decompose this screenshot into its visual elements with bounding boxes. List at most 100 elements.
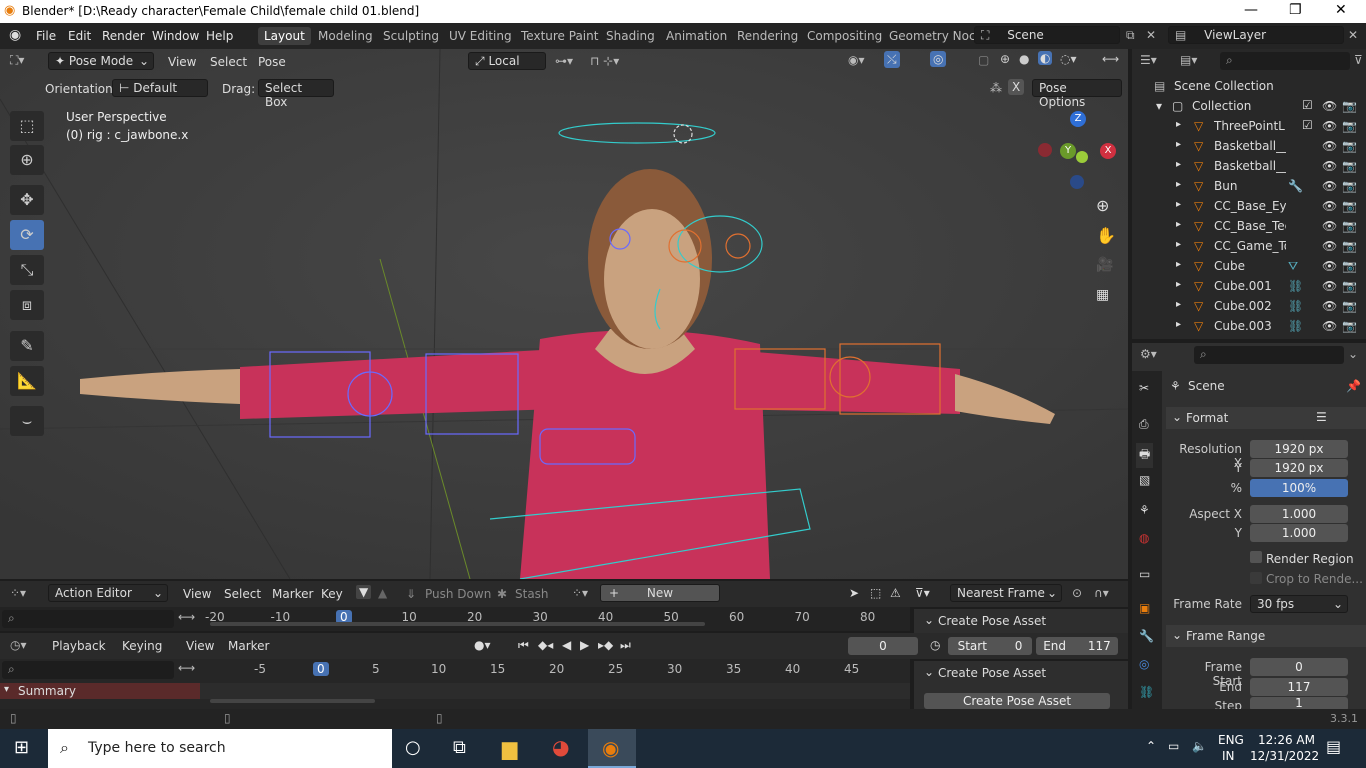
- prev-key-icon[interactable]: ◆◂: [538, 638, 553, 652]
- layer-up-icon[interactable]: ▲: [378, 586, 387, 600]
- timeline-menu-view[interactable]: View: [186, 639, 214, 653]
- gizmo-toggle-icon[interactable]: ⤯: [884, 51, 900, 68]
- action-browse-icon[interactable]: ⁘▾: [572, 586, 588, 600]
- transform-affect-icon[interactable]: ⁂: [990, 81, 1002, 95]
- outliner-row-scene-collection[interactable]: ▤ Scene Collection: [1132, 77, 1366, 97]
- orientation-selector[interactable]: ⊢ Default: [112, 79, 208, 97]
- outliner-row-object[interactable]: ▸ ▽ Cube.001 ⛓ 👁 📷: [1132, 277, 1366, 297]
- eye-icon[interactable]: 👁: [1322, 199, 1337, 213]
- xray-icon[interactable]: ▢: [978, 53, 989, 67]
- tab-uv-editing[interactable]: UV Editing: [449, 29, 512, 43]
- solid-shading-icon[interactable]: ●: [1019, 52, 1029, 66]
- rotate-tool[interactable]: ⟳: [10, 220, 44, 250]
- gizmo-x-axis[interactable]: X: [1100, 143, 1116, 159]
- gizmo-neg-x[interactable]: [1038, 143, 1052, 157]
- expand-icon[interactable]: ▸: [1176, 179, 1181, 190]
- modifier-tab-icon[interactable]: 🔧: [1139, 629, 1154, 643]
- breakdowner-tool[interactable]: ⌣: [10, 406, 44, 436]
- expand-icon[interactable]: ▸: [1176, 279, 1181, 290]
- volume-icon[interactable]: 🔈: [1192, 739, 1207, 753]
- push-down-button[interactable]: Push Down: [425, 587, 491, 601]
- remove-scene-icon[interactable]: ✕: [1146, 28, 1156, 42]
- outliner-row-object[interactable]: ▸ ▽ CC_Base_Eye 👁 📷: [1132, 197, 1366, 217]
- expand-icon[interactable]: ▸: [1176, 119, 1181, 130]
- scale-tool[interactable]: ⤡: [10, 255, 44, 285]
- action-menu-marker[interactable]: Marker: [272, 587, 313, 601]
- properties-search-input[interactable]: ⌕: [1194, 346, 1344, 364]
- outliner-row-object[interactable]: ▸ ▽ Basketball__Sh 👁 📷: [1132, 157, 1366, 177]
- show-hidden-icon[interactable]: ⬚: [870, 586, 881, 600]
- outliner-row-object[interactable]: ▸ ▽ ThreePointLight ☑ 👁 📷: [1132, 117, 1366, 137]
- tool-tab-icon[interactable]: ✂: [1139, 381, 1149, 395]
- object-tab-icon[interactable]: ▣: [1139, 601, 1150, 615]
- eye-icon[interactable]: 👁: [1322, 219, 1337, 233]
- camera-icon[interactable]: 📷: [1342, 299, 1357, 313]
- action-editor-mode-selector[interactable]: Action Editor ⌄: [48, 584, 168, 602]
- zoom-icon[interactable]: ⊕: [1096, 196, 1109, 215]
- play-reverse-icon[interactable]: ◀: [562, 638, 571, 652]
- camera-icon[interactable]: 📷: [1342, 99, 1357, 113]
- menu-window[interactable]: Window: [152, 29, 199, 43]
- end-frame-field[interactable]: End 117: [1036, 637, 1118, 655]
- render-tab-icon[interactable]: ⎙: [1139, 417, 1149, 432]
- camera-icon[interactable]: 📷: [1342, 219, 1357, 233]
- format-panel-header[interactable]: ⌄ Format ☰: [1166, 407, 1366, 429]
- eye-icon[interactable]: 👁: [1322, 139, 1337, 153]
- ortho-toggle-icon[interactable]: ▦: [1096, 287, 1109, 303]
- scene-tab-icon[interactable]: ⚘: [1139, 503, 1150, 517]
- frame-rate-dropdown[interactable]: 30 fps ⌄: [1250, 595, 1348, 613]
- eye-icon[interactable]: 👁: [1322, 279, 1337, 293]
- eye-icon[interactable]: 👁: [1322, 99, 1337, 113]
- checkbox-icon[interactable]: ☑: [1302, 98, 1313, 112]
- tab-texture-paint[interactable]: Texture Paint: [521, 29, 598, 43]
- pivot-icon[interactable]: ⊶▾: [555, 54, 573, 68]
- new-action-button[interactable]: + New: [600, 584, 720, 602]
- gizmo-y-axis[interactable]: Y: [1060, 143, 1076, 159]
- output-tab-icon[interactable]: 🖶: [1136, 443, 1154, 468]
- close-button[interactable]: ✕: [1335, 2, 1347, 18]
- clock-time[interactable]: 12:26 AM: [1258, 733, 1315, 747]
- resolution-y-field[interactable]: 1920 px: [1250, 459, 1348, 477]
- proportional-icon[interactable]: ⊙: [1072, 586, 1082, 600]
- visibility-icon[interactable]: ◉▾: [848, 53, 865, 67]
- tab-rendering[interactable]: Rendering: [737, 29, 798, 43]
- frame-range-panel-header[interactable]: ⌄ Frame Range: [1166, 625, 1366, 647]
- create-pose-asset-button[interactable]: Create Pose Asset: [924, 693, 1110, 709]
- resolution-x-field[interactable]: 1920 px: [1250, 440, 1348, 458]
- eye-icon[interactable]: 👁: [1322, 159, 1337, 173]
- timeline-menu-marker[interactable]: Marker: [228, 639, 269, 653]
- crop-checkbox[interactable]: [1250, 572, 1262, 584]
- aspect-x-field[interactable]: 1.000: [1250, 505, 1348, 523]
- gizmo-z-axis[interactable]: Z: [1070, 111, 1086, 127]
- rendered-shading-icon[interactable]: ◌▾: [1060, 52, 1077, 66]
- viewport-menu-pose[interactable]: Pose: [258, 55, 286, 69]
- camera-icon[interactable]: 📷: [1342, 159, 1357, 173]
- scene-selector[interactable]: ⛶ Scene: [974, 26, 1120, 44]
- only-selected-icon[interactable]: ➤: [849, 586, 859, 600]
- current-frame-field[interactable]: 0: [848, 637, 918, 655]
- navigation-gizmo[interactable]: Z Y X: [1036, 111, 1120, 195]
- move-tool[interactable]: ✥: [10, 185, 44, 215]
- action-pose-asset-title[interactable]: Create Pose Asset: [938, 614, 1046, 628]
- task-view-icon[interactable]: ⧉: [453, 737, 466, 758]
- camera-icon[interactable]: 📷: [1342, 259, 1357, 273]
- dopesheet-editor-icon[interactable]: ⁘▾: [10, 586, 26, 600]
- action-menu-view[interactable]: View: [183, 587, 211, 601]
- camera-icon[interactable]: 📷: [1342, 319, 1357, 333]
- camera-icon[interactable]: 📷: [1342, 119, 1357, 133]
- pin-icon[interactable]: 📌: [1346, 379, 1361, 393]
- material-shading-icon[interactable]: ◐: [1038, 51, 1053, 65]
- view-layer-tab-icon[interactable]: ▧: [1139, 473, 1150, 487]
- expand-icon[interactable]: ▸: [1176, 299, 1181, 310]
- eye-icon[interactable]: 👁: [1322, 239, 1337, 253]
- language-label[interactable]: ENG: [1218, 733, 1244, 747]
- region-label[interactable]: IN: [1222, 749, 1235, 763]
- blender-menu-icon[interactable]: ◉: [9, 27, 21, 43]
- cursor-tool[interactable]: ⊕: [10, 145, 44, 175]
- summary-channel[interactable]: ▾ Summary: [0, 683, 200, 699]
- eye-icon[interactable]: 👁: [1322, 299, 1337, 313]
- presets-icon[interactable]: ☰: [1316, 410, 1327, 424]
- camera-icon[interactable]: 📷: [1342, 179, 1357, 193]
- gizmo-neg-y[interactable]: [1076, 151, 1088, 163]
- camera-icon[interactable]: 📷: [1342, 139, 1357, 153]
